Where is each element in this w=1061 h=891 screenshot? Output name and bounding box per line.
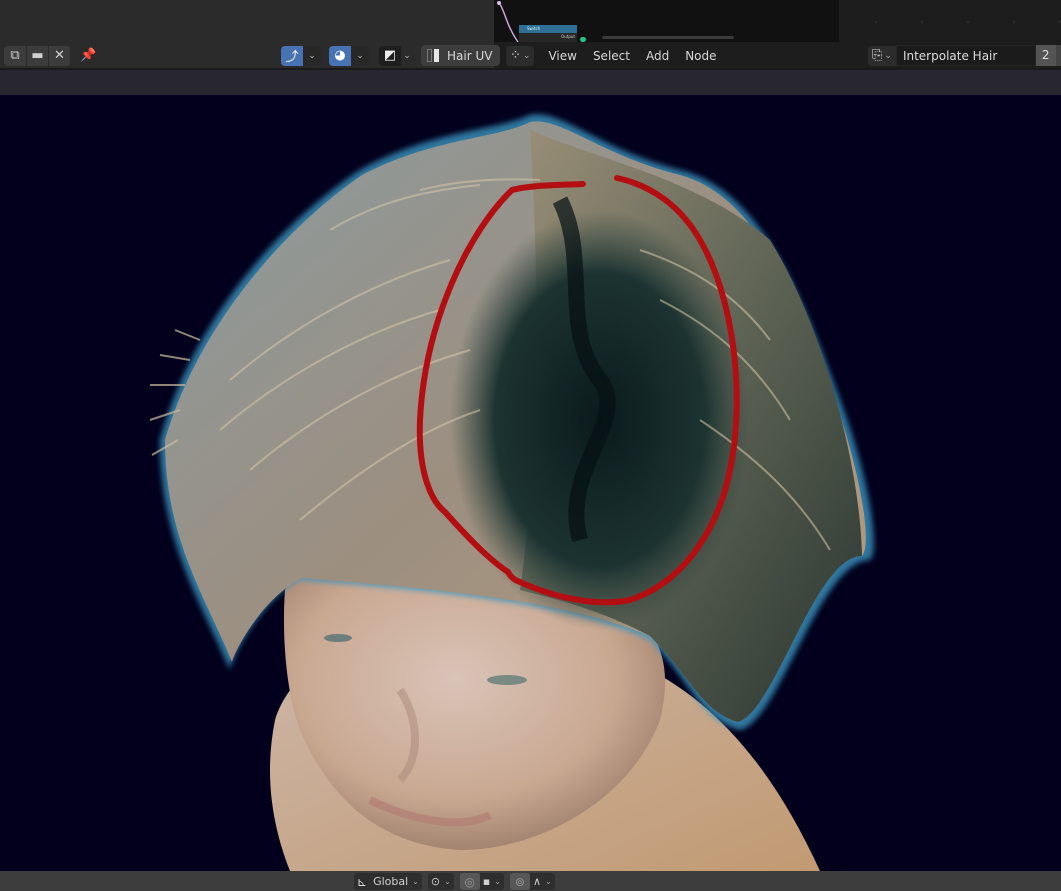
uv-map-selector[interactable]: Hair UV xyxy=(421,45,501,66)
image-browse-group: ◩ ⌄ xyxy=(379,45,413,66)
grid-dot xyxy=(875,21,877,23)
chevron-down-icon: ⌄ xyxy=(884,50,892,61)
switch-node[interactable]: Switch Output xyxy=(519,25,577,42)
node-group-users-count[interactable]: 2 xyxy=(1035,45,1056,66)
node-editor-menu-bar: ⁘ ⌄ View Select Add Node xyxy=(506,45,725,66)
folder-icon[interactable]: ▬ xyxy=(26,45,48,66)
orientation-label: Global xyxy=(373,875,409,888)
grid-dot xyxy=(921,21,923,23)
pivot-icon: ⊙ xyxy=(430,875,441,888)
image-icon[interactable]: ◩ xyxy=(379,45,401,66)
chevron-down-icon: ⌄ xyxy=(494,877,501,886)
orientation-icon: ⊾ xyxy=(357,874,368,889)
menu-view[interactable]: View xyxy=(540,46,584,66)
image-editor-header-left: ⧉ ▬ ✕ 📌 xyxy=(4,45,96,66)
chevron-down-icon: ⌄ xyxy=(545,877,552,886)
chevron-down-icon: ⌄ xyxy=(444,877,451,886)
node-group-name-input[interactable]: Interpolate Hair Curves xyxy=(895,45,1036,84)
node-editor-canvas[interactable]: Switch Output xyxy=(496,0,839,42)
transform-tools: ⊾ Global ⌄ ⊙ ⌄ ◎ ▪ ⌄ ⊚ ∧ ⌄ xyxy=(354,873,555,890)
menu-add[interactable]: Add xyxy=(638,46,677,66)
chevron-down-icon[interactable]: ⌄ xyxy=(351,45,369,66)
falloff-dropdown[interactable]: ∧ ⌄ xyxy=(529,873,555,890)
pivot-point-dropdown[interactable]: ⊙ ⌄ xyxy=(427,873,454,890)
menu-select[interactable]: Select xyxy=(585,46,638,66)
chevron-down-icon[interactable]: ⌄ xyxy=(401,45,413,66)
left-eye xyxy=(324,634,352,642)
grid-dot xyxy=(967,21,969,23)
chevron-down-icon: ⌄ xyxy=(522,50,531,61)
uv-toggle-icon xyxy=(427,49,439,62)
right-eye xyxy=(487,675,527,685)
proportional-editing-icon[interactable]: ⊚ xyxy=(509,873,530,890)
menu-node[interactable]: Node xyxy=(677,46,724,66)
grid-dot xyxy=(1013,21,1015,23)
image-actions-group: ⧉ ▬ ✕ xyxy=(4,45,70,66)
node-editor-icon: ⁘ xyxy=(510,48,521,63)
grid-dot xyxy=(1058,21,1060,23)
node-group-field: Interpolate Hair Curves 2 xyxy=(895,45,1061,84)
sidebar-area xyxy=(839,0,1061,42)
node-tree-icon: ⎘ xyxy=(872,48,883,63)
snap-toggle-icon[interactable]: ◎ xyxy=(459,873,480,890)
switch-node-header: Switch xyxy=(519,25,577,33)
node-editor-scrollbar[interactable] xyxy=(602,36,734,39)
editor-type-selector[interactable]: ⁘ ⌄ xyxy=(506,45,535,66)
node-tree-browse[interactable]: ⎘ ⌄ xyxy=(868,45,896,66)
snap-target-icon: ▪ xyxy=(482,875,491,888)
uv-map-label: Hair UV xyxy=(447,48,493,63)
shading-icon[interactable]: ◕ xyxy=(329,45,351,66)
uv-sync-group: ⤴ ⌄ xyxy=(281,45,321,66)
pin-icon[interactable]: 📌 xyxy=(80,48,96,63)
shading-group: ◕ ⌄ xyxy=(329,45,369,66)
3d-viewport[interactable] xyxy=(0,95,1061,871)
image-editor-header-right: ⤴ ⌄ ◕ ⌄ ◩ ⌄ Hair UV xyxy=(281,45,501,66)
uv-sync-selection-icon[interactable]: ⤴ xyxy=(281,45,303,66)
close-icon[interactable]: ✕ xyxy=(48,45,70,66)
chevron-down-icon: ⌄ xyxy=(412,877,419,886)
fake-user-button[interactable] xyxy=(1055,45,1061,66)
falloff-icon: ∧ xyxy=(532,875,542,888)
viewport-header-strip xyxy=(0,70,1061,95)
transform-orientation-dropdown[interactable]: ⊾ Global ⌄ xyxy=(354,873,422,890)
snap-target-dropdown[interactable]: ▪ ⌄ xyxy=(479,873,504,890)
proportional-editing-group: ⊚ ∧ ⌄ xyxy=(509,873,555,890)
duplicate-icon[interactable]: ⧉ xyxy=(4,46,26,66)
switch-node-output-label: Output xyxy=(561,34,575,39)
blender-window: Switch Output ⧉ ▬ ✕ 📌 ⤴ ⌄ ◕ ⌄ ◩ ⌄ Hair U… xyxy=(0,0,1061,891)
node-group-selector: ⎘ ⌄ Interpolate Hair Curves 2 xyxy=(868,45,1061,84)
chevron-down-icon[interactable]: ⌄ xyxy=(303,45,321,66)
snapping-group: ◎ ▪ ⌄ xyxy=(459,873,504,890)
viewport-render xyxy=(149,114,874,871)
